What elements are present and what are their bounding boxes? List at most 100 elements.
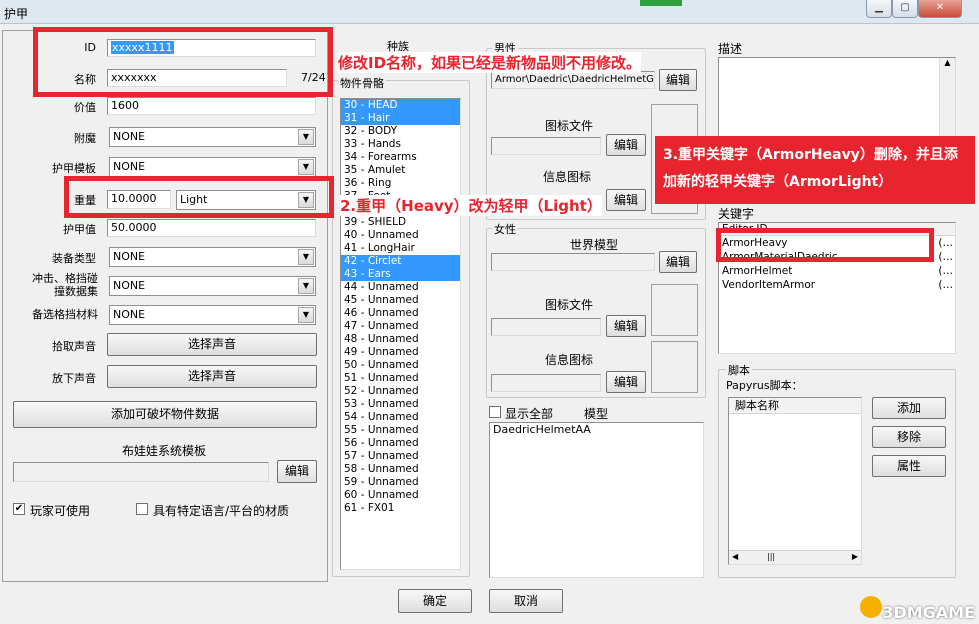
taskbar-strip (640, 0, 682, 6)
equip-type-label: 装备类型 (52, 252, 96, 265)
male-world-model-edit-button[interactable]: 编辑 (659, 69, 697, 91)
ragdoll-template-label: 布娃娃系统模板 (122, 444, 207, 458)
list-item[interactable]: 36 - Ring (341, 177, 460, 190)
template-value: NONE (113, 160, 146, 173)
scripts-column-header[interactable]: 脚本名称 (729, 398, 861, 414)
remove-script-button[interactable]: 移除 (872, 426, 946, 448)
playable-checkbox[interactable]: ✔ (13, 503, 25, 515)
list-item[interactable]: DaedricHelmetAA (490, 423, 703, 437)
pickup-sound-button[interactable]: 选择声音 (107, 333, 317, 356)
list-item[interactable]: 53 - Unnamed (341, 398, 460, 411)
scripts-hscrollbar[interactable]: ◀ ||| ▶ (729, 550, 861, 564)
ragdoll-edit-button[interactable]: 编辑 (277, 460, 317, 483)
minimize-icon: ▁ (875, 2, 883, 13)
list-item[interactable]: 30 - HEAD (341, 99, 460, 112)
alt-block-select[interactable]: NONE ▼ (109, 305, 316, 325)
scripts-list[interactable]: 脚本名称 ◀ ||| ▶ (728, 397, 862, 565)
list-item[interactable]: 39 - SHIELD (341, 216, 460, 229)
value-input[interactable]: 1600 (107, 97, 316, 115)
chevron-down-icon: ▼ (298, 307, 314, 323)
list-item[interactable]: 41 - LongHair (341, 242, 460, 255)
list-item[interactable]: 32 - BODY (341, 125, 460, 138)
list-item[interactable]: 45 - Unnamed (341, 294, 460, 307)
ok-button[interactable]: 确定 (398, 589, 472, 613)
female-message-icon-label: 信息图标 (545, 353, 594, 367)
keyword-tail: (… (938, 279, 953, 291)
list-item[interactable]: 34 - Forearms (341, 151, 460, 164)
equip-type-value: NONE (113, 250, 146, 263)
list-item[interactable]: 57 - Unnamed (341, 450, 460, 463)
enchant-select[interactable]: NONE ▼ (109, 127, 316, 147)
list-item[interactable]: 43 - Ears (341, 268, 460, 281)
list-item[interactable]: 61 - FX01 (341, 502, 460, 515)
scroll-up-icon: ▲ (944, 58, 951, 67)
scroll-left-icon: ◀ (732, 552, 739, 561)
list-item[interactable]: 40 - Unnamed (341, 229, 460, 242)
title-bar (0, 0, 979, 24)
female-message-icon-input[interactable] (491, 374, 601, 392)
scripts-title: 脚本 (726, 364, 752, 377)
annotation-step3-line2: 加新的轻甲关键字（ArmorLight） (663, 174, 893, 190)
list-item[interactable]: 47 - Unnamed (341, 320, 460, 333)
putdown-sound-button[interactable]: 选择声音 (107, 365, 317, 388)
biped-title: 物件骨骼 (338, 77, 386, 90)
close-button[interactable]: ✕ (918, 0, 962, 18)
male-message-icon-edit-button[interactable]: 编辑 (606, 189, 646, 211)
add-destructible-button[interactable]: 添加可破坏物件数据 (13, 401, 317, 428)
annotation-box-keyword (716, 228, 934, 262)
show-all-checkbox[interactable] (489, 406, 501, 418)
list-item[interactable]: 51 - Unnamed (341, 372, 460, 385)
chevron-down-icon: ▼ (298, 278, 314, 294)
equip-type-select[interactable]: NONE ▼ (109, 247, 316, 267)
add-script-button[interactable]: 添加 (872, 397, 946, 419)
cancel-button[interactable]: 取消 (489, 589, 563, 613)
list-item[interactable]: 46 - Unnamed (341, 307, 460, 320)
list-item[interactable]: 42 - Circlet (341, 255, 460, 268)
male-icon-file-edit-button[interactable]: 编辑 (606, 134, 646, 156)
impact-data-label: 冲击、格挡碰 撞数据集 (14, 272, 98, 298)
list-item[interactable]: 59 - Unnamed (341, 476, 460, 489)
keyword-row[interactable]: ArmorHelmet (… (719, 264, 955, 278)
list-item[interactable]: 56 - Unnamed (341, 437, 460, 450)
biped-list[interactable]: 30 - HEAD 31 - Hair 32 - BODY 33 - Hands 34 … (340, 98, 461, 570)
list-item[interactable]: 31 - Hair (341, 112, 460, 125)
models-list[interactable]: DaedricHelmetAA (489, 422, 704, 578)
lang-texture-checkbox[interactable] (136, 503, 148, 515)
list-item[interactable]: 50 - Unnamed (341, 359, 460, 372)
female-icon-file-edit-button[interactable]: 编辑 (606, 315, 646, 337)
female-world-model-label: 世界模型 (570, 238, 619, 252)
enchant-value: NONE (113, 130, 146, 143)
list-item[interactable]: 35 - Amulet (341, 164, 460, 177)
putdown-sound-label: 放下声音 (52, 372, 96, 385)
list-item[interactable]: 54 - Unnamed (341, 411, 460, 424)
female-world-model-input[interactable] (491, 253, 655, 271)
minimize-button[interactable]: ▁ (866, 0, 892, 18)
list-item[interactable]: 33 - Hands (341, 138, 460, 151)
male-world-model-input[interactable]: Armor\Daedric\DaedricHelmetGl (491, 71, 655, 89)
ragdoll-template-input[interactable] (13, 462, 269, 482)
male-icon-file-label: 图标文件 (545, 119, 594, 133)
keyword-row[interactable]: VendorItemArmor (… (719, 278, 955, 292)
female-world-model-edit-button[interactable]: 编辑 (659, 251, 697, 273)
impact-data-select[interactable]: NONE ▼ (109, 276, 316, 296)
list-item[interactable]: 49 - Unnamed (341, 346, 460, 359)
papyrus-label: Papyrus脚本： (726, 379, 803, 392)
list-item[interactable]: 58 - Unnamed (341, 463, 460, 476)
chevron-down-icon: ▼ (298, 129, 314, 145)
list-item[interactable]: 55 - Unnamed (341, 424, 460, 437)
keywords-label: 关键字 (718, 207, 755, 221)
armor-rating-input[interactable]: 50.0000 (107, 219, 316, 237)
template-select[interactable]: NONE ▼ (109, 157, 316, 177)
list-item[interactable]: 48 - Unnamed (341, 333, 460, 346)
male-icon-file-input[interactable] (491, 137, 601, 155)
female-icon-file-input[interactable] (491, 318, 601, 336)
list-item[interactable]: 60 - Unnamed (341, 489, 460, 502)
template-label: 护甲模板 (52, 162, 96, 175)
list-item[interactable]: 52 - Unnamed (341, 385, 460, 398)
maximize-button[interactable]: ▢ (892, 0, 918, 18)
keyword-tail: (… (938, 251, 953, 263)
female-message-icon-edit-button[interactable]: 编辑 (606, 371, 646, 393)
script-properties-button[interactable]: 属性 (872, 455, 946, 477)
keyword-tail: (… (938, 265, 953, 277)
list-item[interactable]: 44 - Unnamed (341, 281, 460, 294)
